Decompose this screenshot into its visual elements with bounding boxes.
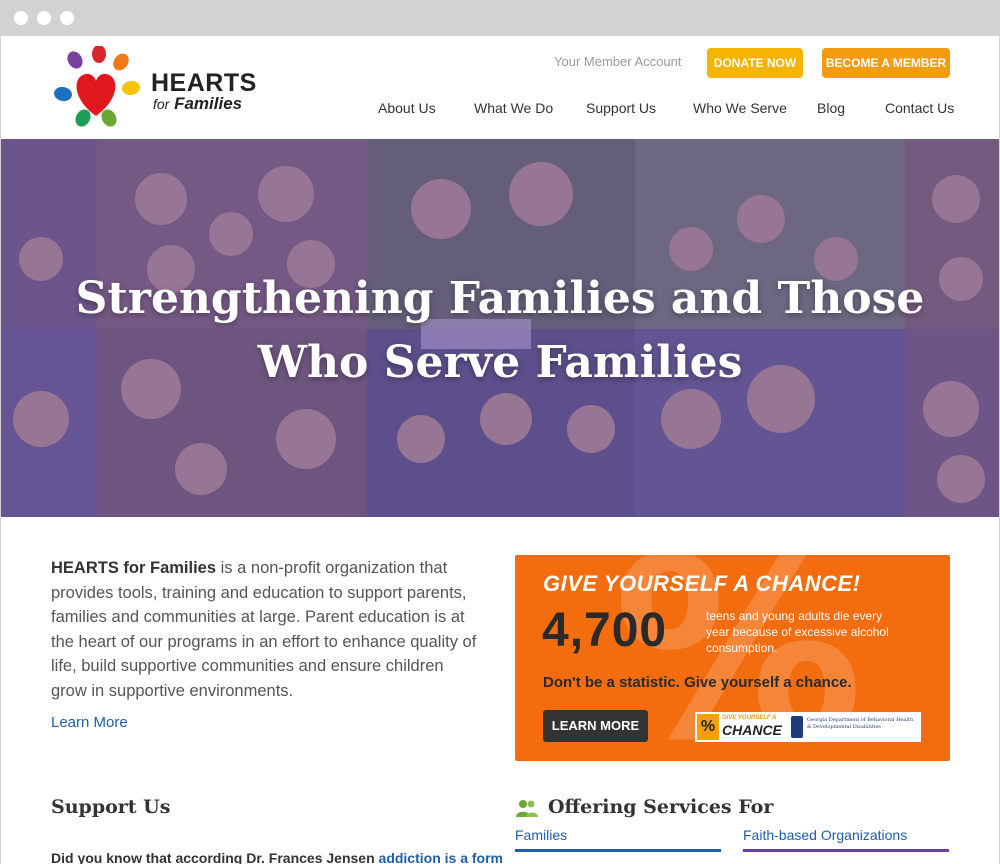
hero-title-line-1: Strengthening Families and Those	[75, 273, 925, 324]
intro-paragraph: HEARTS for Families is a non-profit orga…	[51, 556, 481, 703]
logo-title: HEARTS	[151, 69, 257, 97]
nav-what-we-do[interactable]: What We Do	[474, 100, 553, 120]
give-yourself-a-chance-logo: % GIVE YOURSELF A CHANCE	[697, 714, 782, 740]
nav-blog[interactable]: Blog	[817, 100, 845, 120]
nav-support-us[interactable]: Support Us	[586, 100, 656, 120]
badge-chance-text: CHANCE	[722, 722, 782, 738]
promo-statistic: 4,700	[542, 604, 668, 657]
learn-more-link[interactable]: Learn More	[51, 714, 128, 731]
faith-underline	[743, 849, 949, 852]
families-underline	[515, 849, 721, 852]
site-header: HEARTS for Families Your Member Account …	[1, 36, 999, 139]
alcohol-awareness-promo: % GIVE YOURSELF A CHANCE! 4,700 teens an…	[515, 555, 950, 761]
intro-org-name: HEARTS for Families	[51, 559, 217, 577]
member-account-link[interactable]: Your Member Account	[554, 54, 681, 69]
browser-viewport: HEARTS for Families Your Member Account …	[0, 36, 1000, 864]
site-logo[interactable]: HEARTS for Families	[51, 46, 256, 132]
window-dot-icon	[60, 11, 74, 25]
hero-title: Strengthening Families and Those Who Ser…	[1, 267, 999, 395]
window-dot-icon	[37, 11, 51, 25]
badge-top-text: GIVE YOURSELF A	[722, 715, 777, 721]
logo-for: for	[153, 96, 170, 112]
promo-description: teens and young adults die every year be…	[706, 609, 889, 655]
nav-about-us[interactable]: About Us	[378, 100, 436, 120]
support-us-text: Did you know that according Dr. Frances …	[51, 850, 503, 864]
support-text-start: Did you know that according Dr. Frances …	[51, 850, 379, 864]
georgia-seal-icon	[791, 716, 803, 738]
window-dot-icon	[14, 11, 28, 25]
browser-chrome	[0, 0, 1000, 36]
promo-headline: GIVE YOURSELF A CHANCE!	[543, 571, 861, 596]
support-us-heading: Support Us	[51, 796, 171, 818]
hero-banner: Strengthening Families and Those Who Ser…	[1, 139, 999, 517]
offering-services-heading: Offering Services For	[548, 796, 774, 818]
intro-body: is a non-profit organization that provid…	[51, 559, 477, 700]
nav-contact-us[interactable]: Contact Us	[885, 100, 954, 120]
addiction-link[interactable]: addiction is a form	[379, 850, 503, 864]
people-icon	[516, 800, 538, 817]
agency-name: Georgia Department of Behavioral Health …	[807, 717, 914, 730]
sponsor-logos: % GIVE YOURSELF A CHANCE Georgia Departm…	[695, 712, 921, 742]
nav-who-we-serve[interactable]: Who We Serve	[693, 100, 787, 120]
percent-icon: %	[697, 714, 719, 740]
donate-now-button[interactable]: DONATE NOW	[707, 48, 803, 78]
logo-families: Families	[174, 94, 243, 113]
service-families-tab[interactable]: Families	[515, 827, 567, 843]
become-member-button[interactable]: BECOME A MEMBER	[822, 48, 950, 78]
hero-title-line-2: Who Serve Families	[257, 337, 743, 388]
promo-tagline: Don't be a statistic. Give yourself a ch…	[543, 674, 852, 691]
hands-heart-logo-icon	[54, 46, 140, 127]
service-faith-based-tab[interactable]: Faith-based Organizations	[743, 827, 907, 843]
promo-learn-more-button[interactable]: LEARN MORE	[543, 710, 648, 742]
